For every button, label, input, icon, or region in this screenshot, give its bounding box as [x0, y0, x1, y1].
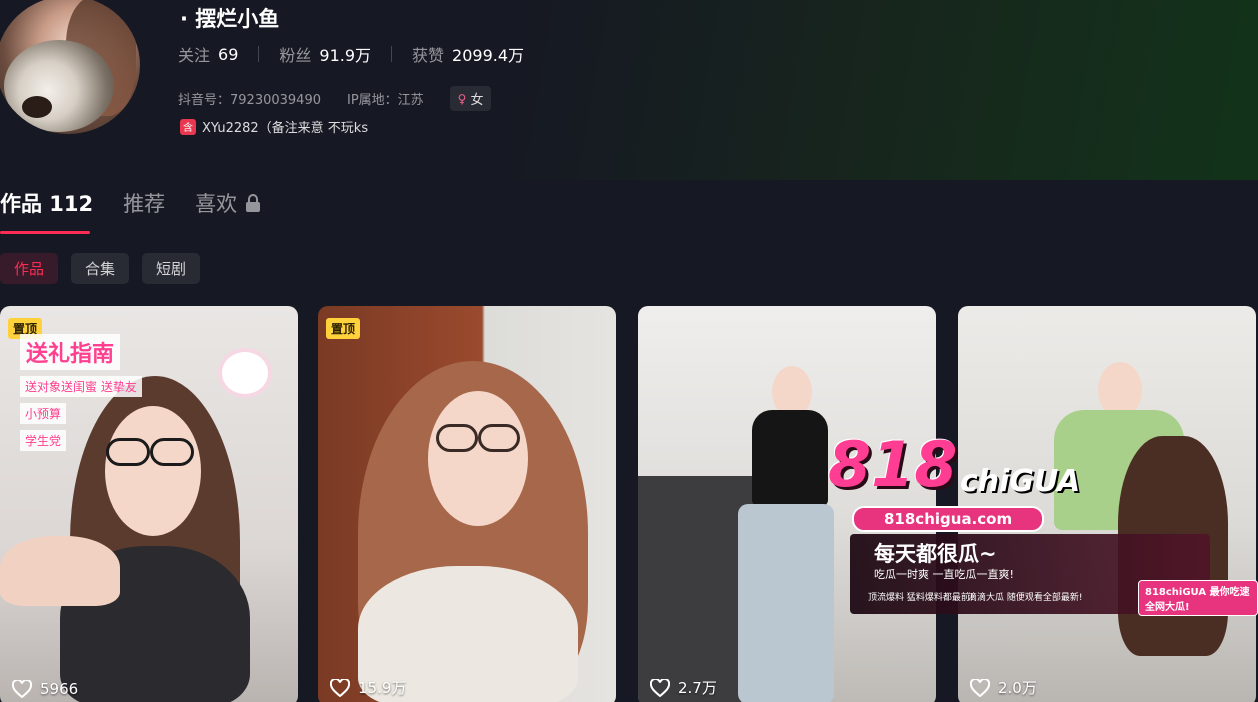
divider	[258, 46, 260, 62]
douyin-id: 抖音号：79230039490	[178, 93, 321, 108]
followers-count[interactable]: 91.9万	[319, 42, 371, 66]
pinned-badge: 置顶	[326, 318, 361, 339]
gender-badge: ♀ 女	[449, 86, 492, 111]
followers-label: 粉丝	[279, 46, 312, 65]
overlay-text: 送礼指南 送对象送闺蜜 送挚友 小预算 学生党	[20, 334, 142, 451]
bio-text: XYu2282（备注来意 不玩ks	[202, 121, 369, 136]
ad-logo: 818	[828, 428, 958, 501]
cloud-sticker	[222, 352, 268, 394]
gender-label: 女	[470, 93, 484, 108]
tab-recommend[interactable]: 推荐	[123, 188, 165, 218]
tab-active-indicator	[0, 231, 90, 234]
username: · 摆烂小鱼	[180, 7, 280, 31]
likes-count: 2099.4万	[452, 46, 525, 65]
bio-badge: 含	[180, 118, 196, 135]
like-count: 2.0万	[970, 677, 1037, 698]
ad-sub-slogan: 吃瓜一时爽 一直吃瓜一直爽!	[874, 568, 1014, 581]
like-count-value: 2.0万	[998, 679, 1037, 697]
divider	[391, 46, 393, 62]
ip-location: IP属地：江苏	[346, 93, 424, 108]
ad-item: 顶流爆料 猛料爆料都最前!	[868, 593, 974, 603]
ad-tag: 818chiGUA 最你吃速全网大瓜!	[1138, 580, 1258, 616]
watermark-ad: 818 chiGUA 818chigua.com 每天都很瓜~ 吃瓜一时爽 一直…	[828, 434, 1258, 624]
following-label: 关注	[178, 46, 211, 65]
overlay-line: 送对象送闺蜜 送挚友	[20, 376, 142, 397]
ad-slogan: 每天都很瓜~	[874, 542, 997, 566]
like-count: 5966	[12, 680, 78, 698]
heart-icon	[330, 678, 350, 697]
chip-short-dramas[interactable]: 短剧	[142, 253, 201, 284]
heart-icon	[12, 680, 32, 698]
tab-recommend-label: 推荐	[123, 192, 166, 216]
chip-collections[interactable]: 合集	[71, 253, 130, 284]
ad-url: 818chigua.com	[852, 506, 1045, 532]
tab-works-label: 作品 112	[0, 192, 94, 216]
tab-likes-label: 喜欢	[195, 192, 238, 216]
tab-works[interactable]: 作品 112	[0, 188, 93, 218]
filter-chips: 作品 合集 短剧	[0, 253, 213, 284]
profile-tabs: 作品 112 推荐 喜欢	[0, 188, 291, 218]
video-card[interactable]: 置顶 送礼指南 送对象送闺蜜 送挚友 小预算 学生党 5966	[0, 306, 298, 702]
likes-label: 获赞	[412, 46, 445, 65]
video-card[interactable]: 置顶 15.9万	[318, 306, 616, 702]
like-count: 15.9万	[330, 677, 406, 698]
profile-meta: 抖音号：79230039490 IP属地：江苏 ♀ 女	[178, 86, 492, 111]
overlay-line: 学生党	[20, 430, 67, 451]
overlay-line: 小预算	[20, 403, 67, 424]
tab-likes[interactable]: 喜欢	[195, 188, 261, 218]
like-count-value: 15.9万	[358, 679, 407, 697]
lock-icon	[246, 194, 261, 212]
like-count-value: 2.7万	[678, 679, 717, 697]
bio: 含 XYu2282（备注来意 不玩ks	[180, 117, 368, 136]
heart-icon	[970, 678, 990, 697]
heart-icon	[650, 678, 670, 697]
profile-stats: 关注 69 粉丝 91.9万 获赞 2099.4万	[178, 42, 524, 66]
overlay-title: 送礼指南	[20, 334, 121, 370]
chip-works[interactable]: 作品	[0, 253, 59, 284]
following-count[interactable]: 69	[218, 45, 238, 64]
like-count: 2.7万	[650, 677, 717, 698]
ad-item: 滴滴大瓜 随便观看全部最新!	[968, 593, 1083, 603]
female-icon: ♀	[457, 91, 467, 106]
like-count-value: 5966	[40, 680, 79, 698]
ad-logo-suffix: chiGUA	[960, 464, 1081, 499]
